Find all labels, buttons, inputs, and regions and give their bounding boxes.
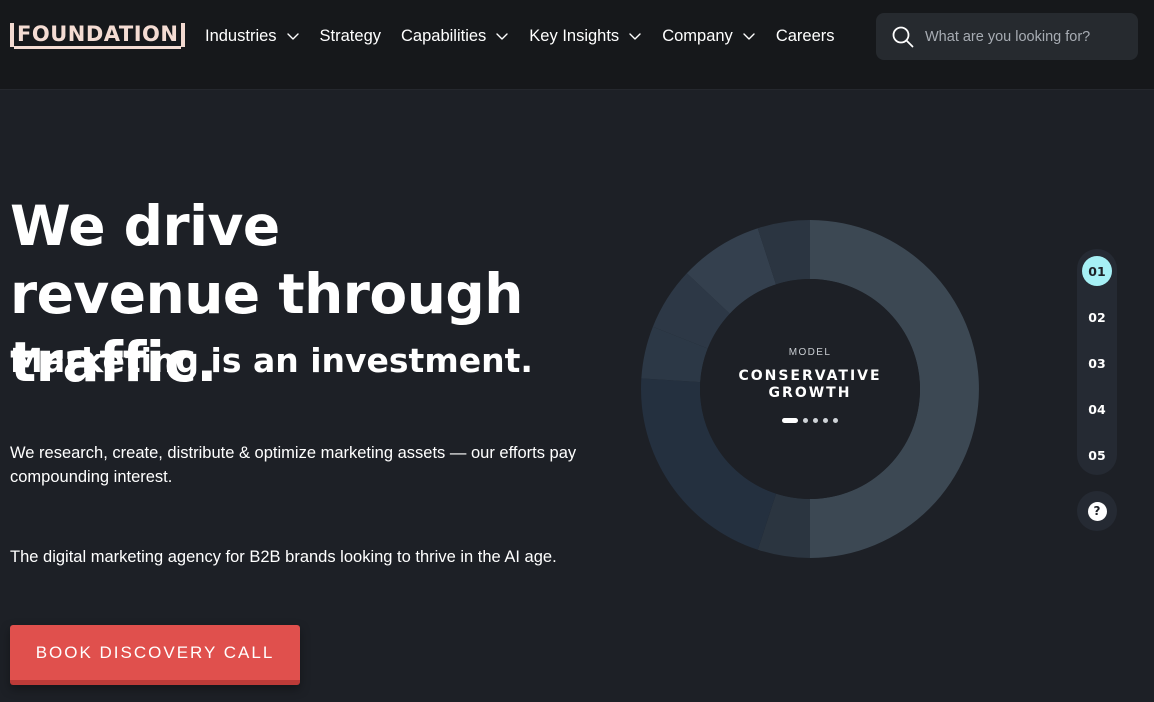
hero-tagline: The digital marketing agency for B2B bra… (10, 548, 557, 566)
model-stepper: 01 02 03 04 05 (1077, 249, 1117, 475)
chevron-down-icon (286, 29, 300, 43)
hero-subtitle: Marketing is an investment. (10, 341, 533, 380)
logo-bracket-right (181, 23, 186, 47)
step-01[interactable]: 01 (1082, 256, 1112, 286)
donut-center: MODEL CONSERVATIVE GROWTH (710, 289, 910, 489)
carousel-dot-4[interactable] (823, 418, 828, 423)
help-icon: ? (1087, 501, 1107, 521)
logo-text: FOUNDATION (14, 22, 182, 49)
step-03[interactable]: 03 (1082, 348, 1112, 378)
search-box[interactable] (876, 13, 1138, 60)
model-label: MODEL (788, 347, 832, 358)
nav-item-key-insights[interactable]: Key Insights (529, 27, 642, 46)
growth-model-donut: MODEL CONSERVATIVE GROWTH (640, 219, 980, 559)
nav-item-label: Capabilities (401, 26, 487, 45)
nav-item-industries[interactable]: Industries (205, 27, 300, 46)
book-discovery-call-button[interactable]: BOOK DISCOVERY CALL (10, 625, 300, 685)
model-name-line-2: GROWTH (768, 385, 852, 401)
search-input[interactable] (925, 28, 1135, 45)
carousel-dot-5[interactable] (833, 418, 838, 423)
model-name-line-1: CONSERVATIVE (738, 368, 882, 384)
model-carousel-dots (782, 418, 838, 423)
nav-item-label: Industries (205, 26, 277, 45)
nav-item-label: Strategy (319, 26, 381, 45)
step-05[interactable]: 05 (1082, 440, 1112, 470)
nav-item-label: Careers (775, 26, 835, 45)
main-menu: Industries Strategy Capabilities Key Insigh… (205, 24, 855, 48)
nav-item-label: Company (662, 26, 733, 45)
chevron-down-icon (495, 29, 509, 43)
nav-item-company[interactable]: Company (662, 27, 756, 46)
carousel-dot-2[interactable] (803, 418, 808, 423)
step-02[interactable]: 02 (1082, 302, 1112, 332)
nav-item-careers[interactable]: Careers (776, 27, 835, 46)
carousel-dot-3[interactable] (813, 418, 818, 423)
carousel-dot-1[interactable] (782, 418, 798, 423)
foundation-logo[interactable]: FOUNDATION (10, 22, 186, 49)
hero-description: We research, create, distribute & optimi… (10, 444, 577, 486)
top-navigation: FOUNDATION Industries Strategy Capabilitie… (0, 0, 1154, 90)
model-name: CONSERVATIVE GROWTH (738, 368, 881, 402)
nav-item-label: Key Insights (529, 26, 620, 45)
chevron-down-icon (628, 29, 642, 43)
search-icon (892, 26, 914, 48)
help-button[interactable]: ? (1077, 491, 1117, 531)
nav-item-capabilities[interactable]: Capabilities (401, 27, 509, 46)
nav-item-strategy[interactable]: Strategy (320, 27, 381, 46)
chevron-down-icon (742, 29, 756, 43)
step-04[interactable]: 04 (1082, 394, 1112, 424)
